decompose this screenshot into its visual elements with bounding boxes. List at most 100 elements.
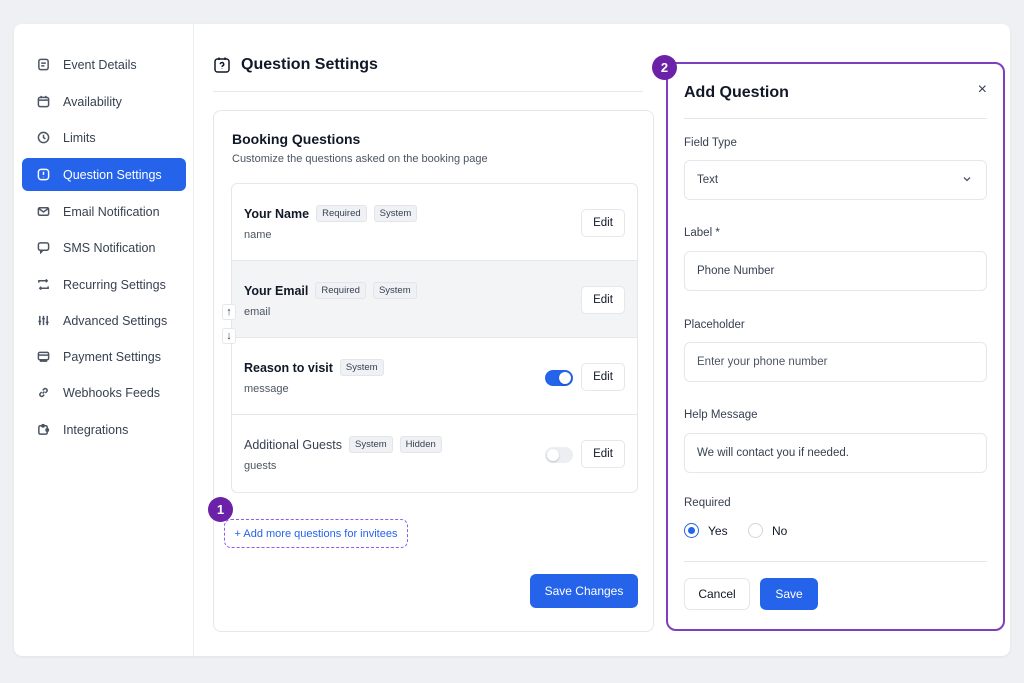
sidebar-item-limits[interactable]: Limits: [22, 121, 186, 154]
help-message-label: Help Message: [684, 409, 758, 421]
page-header: Question Settings: [213, 54, 643, 92]
field-type-select[interactable]: Text: [684, 160, 987, 200]
panel-title: Add Question: [684, 84, 789, 101]
cancel-button[interactable]: Cancel: [684, 578, 750, 610]
required-tag: Required: [315, 282, 366, 299]
card-title: Booking Questions: [232, 131, 361, 147]
clock-icon: [36, 131, 50, 145]
sidebar-item-label: Availability: [63, 94, 122, 109]
question-name: Your Email Required System: [244, 282, 417, 299]
placeholder-label: Placeholder: [684, 319, 745, 331]
sidebar-item-label: Limits: [63, 130, 96, 145]
question-field-key: message: [244, 383, 289, 395]
required-label: Required: [684, 497, 731, 509]
label-label: Label *: [684, 227, 720, 239]
label-input[interactable]: Phone Number: [684, 251, 987, 291]
sliders-icon: [36, 314, 50, 328]
app-window: Event Details Availability Limits Questi…: [14, 24, 1010, 656]
payment-icon: [36, 350, 50, 364]
question-icon: [36, 168, 50, 182]
sidebar-item-label: Integrations: [63, 422, 129, 437]
sidebar-item-label: Advanced Settings: [63, 313, 168, 328]
puzzle-icon: [36, 423, 50, 437]
move-down-button[interactable]: ↓: [222, 328, 236, 344]
question-field-key: email: [244, 306, 271, 318]
field-type-value: Text: [697, 174, 719, 186]
radio-label: Yes: [708, 523, 728, 538]
field-type-label: Field Type: [684, 137, 737, 149]
document-icon: [36, 58, 50, 72]
sidebar-item-label: Event Details: [63, 57, 137, 72]
sidebar-item-email-notification[interactable]: Email Notification: [22, 195, 186, 228]
step-badge-2: 2: [652, 55, 677, 80]
hidden-tag: Hidden: [399, 436, 442, 453]
required-no-radio[interactable]: No: [748, 523, 787, 538]
help-message-input[interactable]: We will contact you if needed.: [684, 433, 987, 473]
calendar-icon: [36, 95, 50, 109]
question-title: Your Name: [244, 206, 310, 221]
question-name: Your Name Required System: [244, 205, 418, 222]
question-field-key: name: [244, 229, 272, 241]
radio-dot: [684, 523, 699, 538]
toggle-knob: [547, 449, 559, 461]
move-up-button[interactable]: ↑: [222, 304, 236, 320]
question-row: Reason to visit System message Edit: [232, 338, 637, 415]
sidebar-item-label: SMS Notification: [63, 240, 156, 255]
chevron-down-icon: [963, 177, 971, 182]
save-button[interactable]: Save: [760, 578, 818, 610]
question-list: Your Name Required System name Edit Your…: [231, 183, 638, 493]
sidebar-item-sms-notification[interactable]: SMS Notification: [22, 231, 186, 264]
system-tag: System: [372, 282, 417, 299]
close-icon[interactable]: ×: [978, 81, 987, 99]
sidebar-item-label: Payment Settings: [63, 349, 161, 364]
divider: [684, 561, 987, 562]
edit-button[interactable]: Edit: [581, 363, 625, 391]
sidebar-item-recurring-settings[interactable]: Recurring Settings: [22, 268, 186, 301]
card-subtitle: Customize the questions asked on the boo…: [232, 153, 488, 165]
required-tag: Required: [316, 205, 367, 222]
sidebar-item-event-details[interactable]: Event Details: [22, 48, 186, 81]
sidebar-item-advanced-settings[interactable]: Advanced Settings: [22, 304, 186, 337]
edit-button[interactable]: Edit: [581, 440, 625, 468]
radio-dot: [748, 523, 763, 538]
question-icon: [214, 57, 230, 73]
repeat-icon: [36, 278, 50, 292]
toggle-knob: [559, 372, 571, 384]
add-question-panel: Add Question × Field Type Text Label * P…: [666, 62, 1005, 631]
system-tag: System: [339, 359, 384, 376]
page-title: Question Settings: [241, 56, 378, 73]
required-yes-radio[interactable]: Yes: [684, 523, 728, 538]
mail-icon: [36, 205, 50, 219]
sidebar-item-availability[interactable]: Availability: [22, 85, 186, 118]
question-row: Your Name Required System name Edit: [232, 184, 637, 261]
add-more-questions-link[interactable]: + Add more questions for invitees: [224, 519, 408, 548]
sidebar-item-label: Recurring Settings: [63, 277, 166, 292]
chat-icon: [36, 241, 50, 255]
sidebar-item-label: Email Notification: [63, 204, 160, 219]
booking-questions-card: Booking Questions Customize the question…: [208, 110, 654, 632]
radio-label: No: [772, 523, 788, 538]
edit-button[interactable]: Edit: [581, 209, 625, 237]
question-field-key: guests: [244, 460, 277, 472]
sidebar-item-integrations[interactable]: Integrations: [22, 413, 186, 446]
save-changes-button[interactable]: Save Changes: [530, 574, 638, 608]
sidebar-item-payment-settings[interactable]: Payment Settings: [22, 340, 186, 373]
sidebar-item-label: Question Settings: [63, 167, 162, 182]
sidebar-item-question-settings[interactable]: Question Settings: [22, 158, 186, 191]
question-title: Your Email: [244, 283, 309, 298]
visibility-toggle[interactable]: [545, 447, 573, 463]
placeholder-input[interactable]: Enter your phone number: [684, 342, 987, 382]
sidebar-item-label: Webhooks Feeds: [63, 385, 161, 400]
sidebar-item-webhooks-feeds[interactable]: Webhooks Feeds: [22, 376, 186, 409]
question-row: Additional Guests System Hidden guests E…: [232, 415, 637, 492]
question-row: Your Email Required System email Edit: [232, 261, 637, 338]
question-name: Additional Guests System Hidden: [244, 436, 442, 453]
sidebar: Event Details Availability Limits Questi…: [14, 24, 194, 656]
visibility-toggle[interactable]: [545, 370, 573, 386]
question-title: Reason to visit: [244, 360, 333, 375]
question-title: Additional Guests: [244, 437, 342, 452]
edit-button[interactable]: Edit: [581, 286, 625, 314]
link-icon: [36, 386, 50, 400]
system-tag: System: [348, 436, 393, 453]
divider: [684, 118, 987, 119]
